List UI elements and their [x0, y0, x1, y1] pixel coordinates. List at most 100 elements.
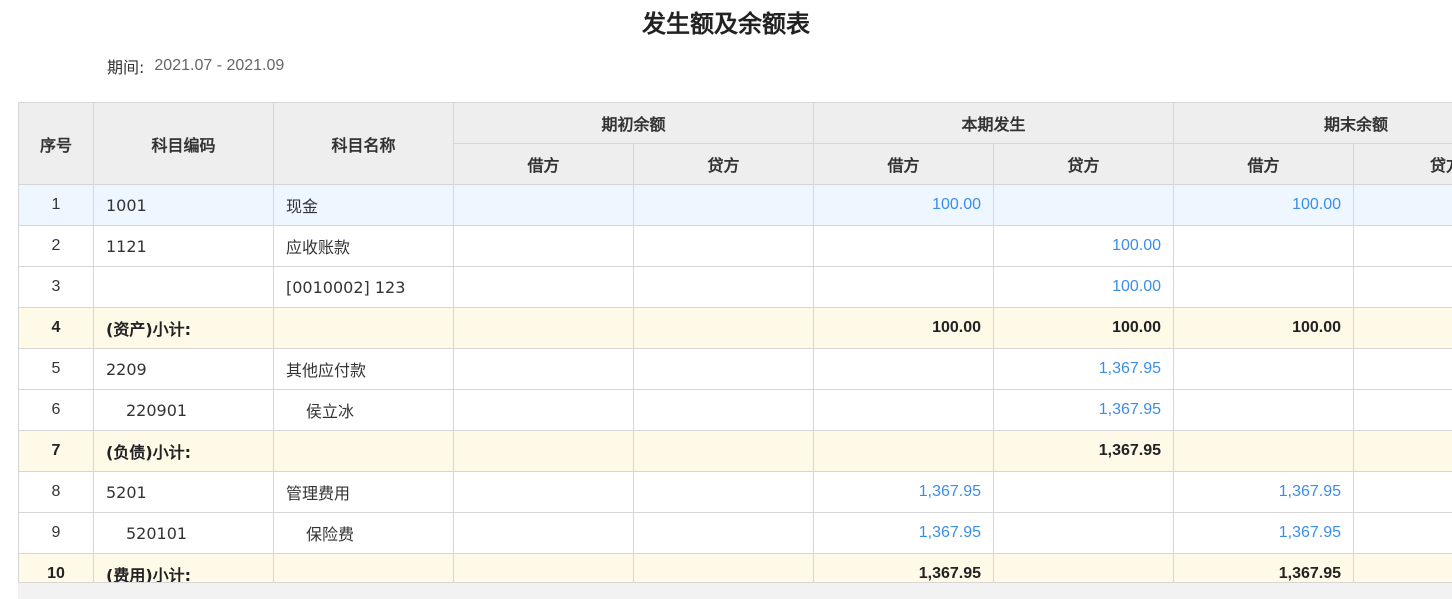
- table-row[interactable]: 6 220901 侯立冰 1,367.95 1: [19, 390, 1452, 431]
- cell-closing-debit: [1174, 431, 1354, 472]
- table-total-row-cutoff: [18, 582, 1452, 599]
- cell-closing-debit: [1174, 267, 1354, 308]
- table-row[interactable]: 3 [0010002] 123 100.00: [19, 267, 1452, 308]
- cell-account-code: 1121: [94, 226, 274, 267]
- header-account-name: 科目名称: [274, 103, 454, 185]
- cell-account-name: [274, 308, 454, 349]
- cell-opening-debit: [454, 185, 634, 226]
- cell-account-name: 应收账款: [274, 226, 454, 267]
- cell-closing-credit-link[interactable]: 1: [1354, 349, 1452, 390]
- cell-account-code: 220901: [94, 390, 274, 431]
- cell-account-name: 现金: [274, 185, 454, 226]
- cell-closing-debit-link[interactable]: 100.00: [1174, 185, 1354, 226]
- table-body: 1 1001 现金 100.00 100.00 2 1121 应收账款 100.…: [19, 185, 1452, 595]
- cell-opening-credit: [634, 513, 814, 554]
- cell-seq: 1: [19, 185, 94, 226]
- cell-seq: 6: [19, 390, 94, 431]
- header-account-code: 科目编码: [94, 103, 274, 185]
- cell-opening-credit: [634, 308, 814, 349]
- cell-closing-credit: [1354, 185, 1452, 226]
- cell-current-credit-link[interactable]: 1,367.95: [994, 349, 1174, 390]
- header-closing-balance: 期末余额: [1174, 103, 1452, 144]
- cell-account-name: [274, 431, 454, 472]
- cell-opening-credit: [634, 185, 814, 226]
- cell-current-credit: [994, 185, 1174, 226]
- report-title: 发生额及余额表: [642, 4, 810, 39]
- cell-current-credit: [994, 513, 1174, 554]
- header-current-period: 本期发生: [814, 103, 1174, 144]
- cell-opening-debit: [454, 513, 634, 554]
- cell-closing-credit: [1354, 267, 1452, 308]
- cell-opening-debit: [454, 308, 634, 349]
- cell-closing-debit-link[interactable]: 1,367.95: [1174, 513, 1354, 554]
- cell-current-debit-link[interactable]: 1,367.95: [814, 513, 994, 554]
- cell-current-credit-link[interactable]: 100.00: [994, 226, 1174, 267]
- cell-account-code: 2209: [94, 349, 274, 390]
- cell-seq: 7: [19, 431, 94, 472]
- period-label: 期间:: [107, 54, 144, 78]
- cell-opening-credit: [634, 390, 814, 431]
- cell-closing-debit: [1174, 349, 1354, 390]
- cell-account-name: 侯立冰: [274, 390, 454, 431]
- header-current-credit: 贷方: [994, 144, 1174, 185]
- balance-table-container[interactable]: 序号 科目编码 科目名称 期初余额 本期发生 期末余额 借方 贷方 借方 贷方 …: [18, 102, 1452, 598]
- cell-subtotal-label: (负债)小计:: [94, 431, 274, 472]
- cell-closing-credit: [1354, 513, 1452, 554]
- cell-current-credit: 100.00: [994, 308, 1174, 349]
- cell-current-credit-link[interactable]: 100.00: [994, 267, 1174, 308]
- cell-closing-credit-link[interactable]: 1: [1354, 390, 1452, 431]
- cell-closing-credit: [1354, 472, 1452, 513]
- table-row[interactable]: 2 1121 应收账款 100.00: [19, 226, 1452, 267]
- cell-opening-debit: [454, 226, 634, 267]
- header-opening-balance: 期初余额: [454, 103, 814, 144]
- cell-opening-debit: [454, 267, 634, 308]
- cell-current-debit: 100.00: [814, 308, 994, 349]
- cell-current-debit: [814, 267, 994, 308]
- cell-current-debit-link[interactable]: 100.00: [814, 185, 994, 226]
- cell-closing-credit: [1354, 226, 1452, 267]
- cell-subtotal-label: (资产)小计:: [94, 308, 274, 349]
- header-seq: 序号: [19, 103, 94, 185]
- report-title-bar: 发生额及余额表: [0, 4, 1452, 38]
- table-row[interactable]: 5 2209 其他应付款 1,367.95 1: [19, 349, 1452, 390]
- cell-opening-debit: [454, 390, 634, 431]
- cell-current-debit: [814, 390, 994, 431]
- cell-opening-credit: [634, 349, 814, 390]
- cell-opening-credit: [634, 431, 814, 472]
- cell-seq: 5: [19, 349, 94, 390]
- cell-closing-credit: 1: [1354, 431, 1452, 472]
- cell-account-name: 保险费: [274, 513, 454, 554]
- cell-current-credit-link[interactable]: 1,367.95: [994, 390, 1174, 431]
- cell-closing-debit: [1174, 226, 1354, 267]
- subtotal-row: 4 (资产)小计: 100.00 100.00 100.00: [19, 308, 1452, 349]
- cell-closing-debit: 100.00: [1174, 308, 1354, 349]
- table-row[interactable]: 1 1001 现金 100.00 100.00: [19, 185, 1452, 226]
- cell-current-debit: [814, 349, 994, 390]
- cell-account-code: 5201: [94, 472, 274, 513]
- cell-opening-credit: [634, 267, 814, 308]
- cell-closing-debit: [1174, 390, 1354, 431]
- cell-seq: 8: [19, 472, 94, 513]
- cell-opening-debit: [454, 472, 634, 513]
- cell-closing-debit-link[interactable]: 1,367.95: [1174, 472, 1354, 513]
- cell-opening-debit: [454, 431, 634, 472]
- period-value: 2021.07 - 2021.09: [154, 57, 284, 75]
- subtotal-row: 7 (负债)小计: 1,367.95 1: [19, 431, 1452, 472]
- table-row[interactable]: 8 5201 管理费用 1,367.95 1,367.95: [19, 472, 1452, 513]
- cell-current-debit: [814, 226, 994, 267]
- header-closing-debit: 借方: [1174, 144, 1354, 185]
- cell-opening-debit: [454, 349, 634, 390]
- period-info: 期间: 2021.07 - 2021.09: [107, 55, 284, 77]
- cell-opening-credit: [634, 226, 814, 267]
- cell-closing-credit: [1354, 308, 1452, 349]
- cell-current-debit: [814, 431, 994, 472]
- cell-seq: 9: [19, 513, 94, 554]
- cell-account-name: 其他应付款: [274, 349, 454, 390]
- cell-account-code: 520101: [94, 513, 274, 554]
- cell-current-debit-link[interactable]: 1,367.95: [814, 472, 994, 513]
- table-row[interactable]: 9 520101 保险费 1,367.95 1,367.95: [19, 513, 1452, 554]
- header-current-debit: 借方: [814, 144, 994, 185]
- header-closing-credit: 贷方: [1354, 144, 1452, 185]
- cell-account-name: [0010002] 123: [274, 267, 454, 308]
- cell-seq: 3: [19, 267, 94, 308]
